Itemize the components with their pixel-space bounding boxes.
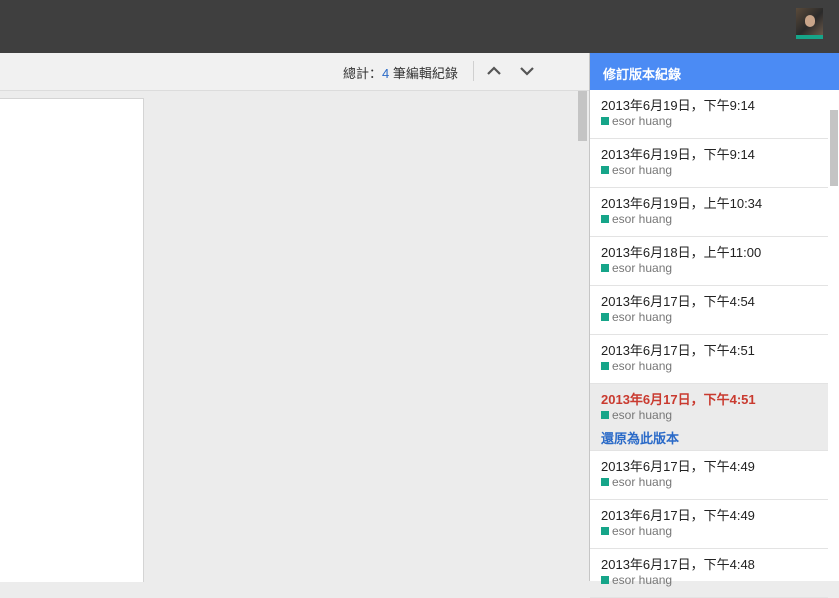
author-color-swatch: [601, 576, 609, 584]
author-color-swatch: [601, 264, 609, 272]
revision-author-name: esor huang: [612, 261, 673, 275]
avatar-color-bar: [796, 35, 823, 39]
author-color-swatch: [601, 313, 609, 321]
revision-time: 2013年6月19日，上午10:34: [601, 196, 763, 211]
revision-author: esor huang: [601, 524, 672, 538]
revision-item[interactable]: 2013年6月19日，下午9:14 esor huang: [590, 139, 828, 188]
revision-author-name: esor huang: [612, 573, 673, 587]
author-color-swatch: [601, 411, 609, 419]
revision-author: esor huang: [601, 163, 672, 177]
total-prefix: 總計：: [343, 66, 383, 81]
revision-time: 2013年6月19日，下午9:14: [601, 98, 755, 113]
author-color-swatch: [601, 527, 609, 535]
document-scrollbar[interactable]: [578, 91, 587, 581]
revision-author: esor huang: [601, 212, 672, 226]
revision-author: esor huang: [601, 114, 672, 128]
revision-item[interactable]: 2013年6月19日，下午9:14 esor huang: [590, 90, 828, 139]
revision-author: esor huang: [601, 261, 672, 275]
total-edits-text: 總計：4 筆編輯紀錄: [343, 63, 458, 82]
revision-list-scrollbar-thumb[interactable]: [830, 110, 838, 186]
revision-time: 2013年6月18日，上午11:00: [601, 245, 762, 260]
revision-author-name: esor huang: [612, 408, 673, 422]
author-color-swatch: [601, 215, 609, 223]
revision-author-name: esor huang: [612, 524, 673, 538]
panel-header: 修訂版本紀錄: [590, 53, 839, 90]
revision-time: 2013年6月17日，下午4:49: [601, 508, 755, 523]
revision-history-panel: 修訂版本紀錄 2013年6月19日，下午9:14 esor huang 2013…: [589, 53, 839, 598]
revision-item[interactable]: 2013年6月17日，下午4:49 esor huang: [590, 500, 828, 549]
previous-edit-button[interactable]: [484, 61, 504, 81]
revision-item[interactable]: 2013年6月17日，下午4:54 esor huang: [590, 286, 828, 335]
revision-toolbar: 總計：4 筆編輯紀錄: [0, 53, 589, 91]
avatar[interactable]: [796, 8, 823, 39]
revision-time: 2013年6月17日，下午4:51: [601, 343, 755, 358]
revision-time: 2013年6月19日，下午9:14: [601, 147, 755, 162]
revision-author: esor huang: [601, 310, 672, 324]
revision-time: 2013年6月17日，下午4:54: [601, 294, 755, 309]
document-page[interactable]: [0, 98, 144, 582]
author-color-swatch: [601, 117, 609, 125]
top-bar: [0, 0, 839, 53]
revision-list-scrollbar[interactable]: [829, 110, 839, 581]
revision-time: 2013年6月17日，下午4:49: [601, 459, 755, 474]
revision-author: esor huang: [601, 573, 672, 587]
revision-author-name: esor huang: [612, 310, 673, 324]
restore-revision-link[interactable]: 還原為此版本: [601, 428, 679, 447]
revision-time: 2013年6月17日，下午4:51: [601, 392, 756, 407]
revision-author: esor huang: [601, 408, 672, 422]
revision-author: esor huang: [601, 359, 672, 373]
author-color-swatch: [601, 478, 609, 486]
revision-author-name: esor huang: [612, 359, 673, 373]
chevron-down-icon: [520, 67, 534, 76]
revision-item[interactable]: 2013年6月17日，下午4:48 esor huang: [590, 549, 828, 598]
revision-item[interactable]: 2013年6月19日，上午10:34 esor huang: [590, 188, 828, 237]
revision-author-name: esor huang: [612, 212, 673, 226]
revision-author-name: esor huang: [612, 114, 673, 128]
chevron-up-icon: [487, 66, 501, 75]
author-color-swatch: [601, 166, 609, 174]
document-scrollbar-thumb[interactable]: [578, 91, 587, 141]
revision-time: 2013年6月17日，下午4:48: [601, 557, 755, 572]
total-suffix: 筆編輯紀錄: [389, 66, 458, 81]
toolbar-divider: [473, 61, 474, 81]
revision-author: esor huang: [601, 475, 672, 489]
revision-item[interactable]: 2013年6月18日，上午11:00 esor huang: [590, 237, 828, 286]
revision-item[interactable]: 2013年6月17日，下午4:51 esor huang: [590, 335, 828, 384]
avatar-photo: [796, 8, 823, 35]
revision-list: 2013年6月19日，下午9:14 esor huang 2013年6月19日，…: [590, 90, 828, 598]
revision-author-name: esor huang: [612, 163, 673, 177]
next-edit-button[interactable]: [517, 61, 537, 81]
author-color-swatch: [601, 362, 609, 370]
panel-title: 修訂版本紀錄: [603, 67, 682, 82]
revision-item[interactable]: 2013年6月17日，下午4:49 esor huang: [590, 451, 828, 500]
revision-author-name: esor huang: [612, 475, 673, 489]
revision-item-selected[interactable]: 2013年6月17日，下午4:51 esor huang 還原為此版本: [590, 384, 828, 451]
